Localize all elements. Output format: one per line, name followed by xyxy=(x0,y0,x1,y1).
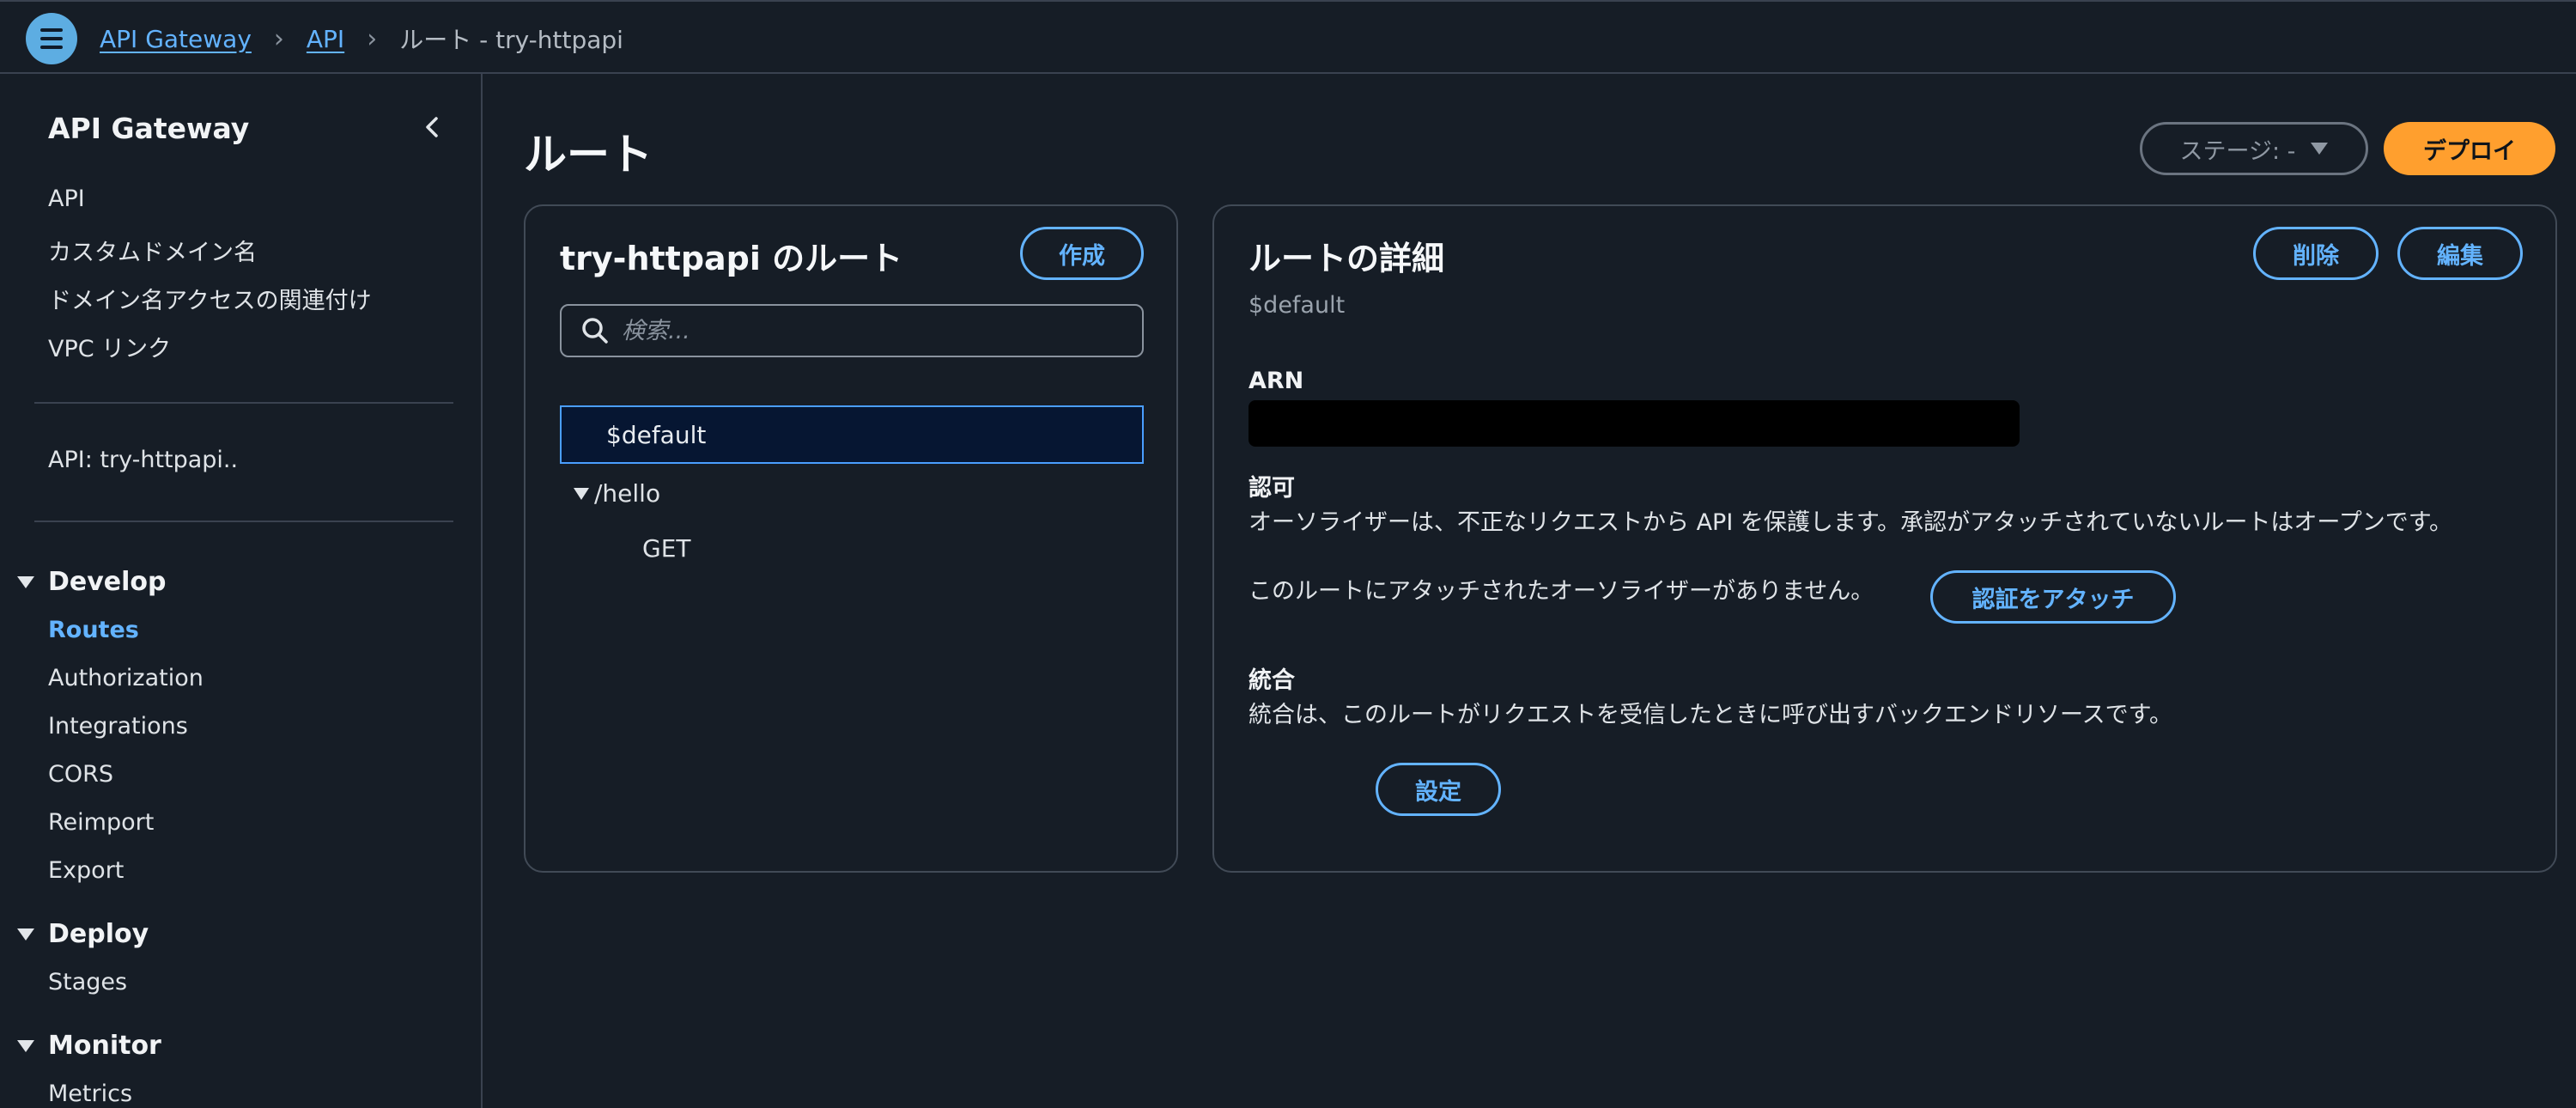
sidebar-divider xyxy=(34,402,453,404)
sidebar-item-metrics[interactable]: Metrics xyxy=(48,1081,132,1107)
sidebar-item-export[interactable]: Export xyxy=(48,857,124,884)
caret-down-icon xyxy=(574,487,589,500)
sidebar-divider xyxy=(34,521,453,522)
authorization-description: オーソライザーは、不正なリクエストから API を保護します。承認がアタッチされ… xyxy=(1249,509,2453,536)
sidebar-title: API Gateway xyxy=(48,112,250,145)
delete-button[interactable]: 削除 xyxy=(2253,227,2379,280)
route-details-panel: ルートの詳細 削除 編集 $default ARN 認可 オーソライザーは、不正… xyxy=(1212,204,2557,873)
search-input[interactable] xyxy=(622,317,1120,344)
authorization-label: 認可 xyxy=(1249,475,1295,502)
edit-button[interactable]: 編集 xyxy=(2397,227,2523,280)
route-search[interactable] xyxy=(560,304,1144,357)
create-route-button[interactable]: 作成 xyxy=(1020,227,1144,280)
sidebar-section-develop[interactable]: Develop xyxy=(17,567,167,597)
caret-down-icon xyxy=(17,928,34,941)
arn-value-redacted xyxy=(1249,400,2020,447)
section-label: Monitor xyxy=(48,1031,161,1061)
caret-down-icon xyxy=(17,1039,34,1052)
chevron-right-icon: › xyxy=(367,23,378,54)
sidebar-item-api[interactable]: API xyxy=(48,186,85,212)
stage-label: ステージ: - xyxy=(2179,137,2296,165)
sidebar-section-monitor[interactable]: Monitor xyxy=(17,1031,161,1061)
chevron-right-icon: › xyxy=(273,23,284,54)
route-group-label: /hello xyxy=(594,479,661,508)
sidebar-item-domain-access[interactable]: ドメイン名アクセスの関連付け xyxy=(48,282,372,315)
section-label: Deploy xyxy=(48,919,149,949)
top-navigation-bar: API Gateway › API › ルート - try-httpapi xyxy=(0,0,2576,74)
sidebar-section-deploy[interactable]: Deploy xyxy=(17,919,149,949)
sidebar-item-routes[interactable]: Routes xyxy=(48,617,139,643)
chevron-left-icon[interactable] xyxy=(419,110,445,144)
route-details-heading: ルートの詳細 xyxy=(1249,240,1445,277)
routes-panel-heading: try-httpapi のルート xyxy=(560,240,903,277)
sidebar-item-integrations[interactable]: Integrations xyxy=(48,713,188,740)
arn-label: ARN xyxy=(1249,368,1304,394)
route-item-get[interactable]: GET xyxy=(642,534,691,563)
breadcrumb: API Gateway › API › ルート - try-httpapi xyxy=(100,2,623,76)
integration-label: 統合 xyxy=(1249,667,1295,694)
breadcrumb-api[interactable]: API xyxy=(307,25,344,53)
caret-down-icon xyxy=(17,575,34,588)
sidebar-item-stages[interactable]: Stages xyxy=(48,969,127,995)
routes-panel: try-httpapi のルート 作成 $default /hello GET xyxy=(524,204,1178,873)
sidebar: API Gateway API カスタムドメイン名 ドメイン名アクセスの関連付け… xyxy=(0,74,483,1108)
sidebar-item-cors[interactable]: CORS xyxy=(48,761,113,788)
route-group-hello[interactable]: /hello xyxy=(574,479,660,508)
route-key: $default xyxy=(1249,292,1346,319)
sidebar-api-name[interactable]: API: try-httpapi.. xyxy=(48,447,238,473)
sidebar-item-authorization[interactable]: Authorization xyxy=(48,665,204,691)
search-icon xyxy=(582,318,608,344)
breadcrumb-api-gateway[interactable]: API Gateway xyxy=(100,25,252,53)
sidebar-item-vpc-link[interactable]: VPC リンク xyxy=(48,330,171,363)
section-label: Develop xyxy=(48,567,167,597)
caret-down-icon xyxy=(2311,143,2329,155)
breadcrumb-current: ルート - try-httpapi xyxy=(399,26,623,54)
page-title: ルート xyxy=(524,130,653,180)
sidebar-item-reimport[interactable]: Reimport xyxy=(48,809,154,836)
integration-description: 統合は、このルートがリクエストを受信したときに呼び出すバックエンドリソースです。 xyxy=(1249,702,2172,728)
deploy-button[interactable]: デプロイ xyxy=(2384,122,2555,175)
configure-integration-button[interactable]: 設定 xyxy=(1376,763,1501,816)
route-item-default[interactable]: $default xyxy=(560,405,1144,464)
menu-icon[interactable] xyxy=(26,13,77,64)
sidebar-item-custom-domain[interactable]: カスタムドメイン名 xyxy=(48,234,257,267)
authorization-none-text: このルートにアタッチされたオーソライザーがありません。 xyxy=(1249,578,1874,605)
attach-authorization-button[interactable]: 認証をアタッチ xyxy=(1930,570,2176,624)
stage-select[interactable]: ステージ: - xyxy=(2140,122,2368,175)
